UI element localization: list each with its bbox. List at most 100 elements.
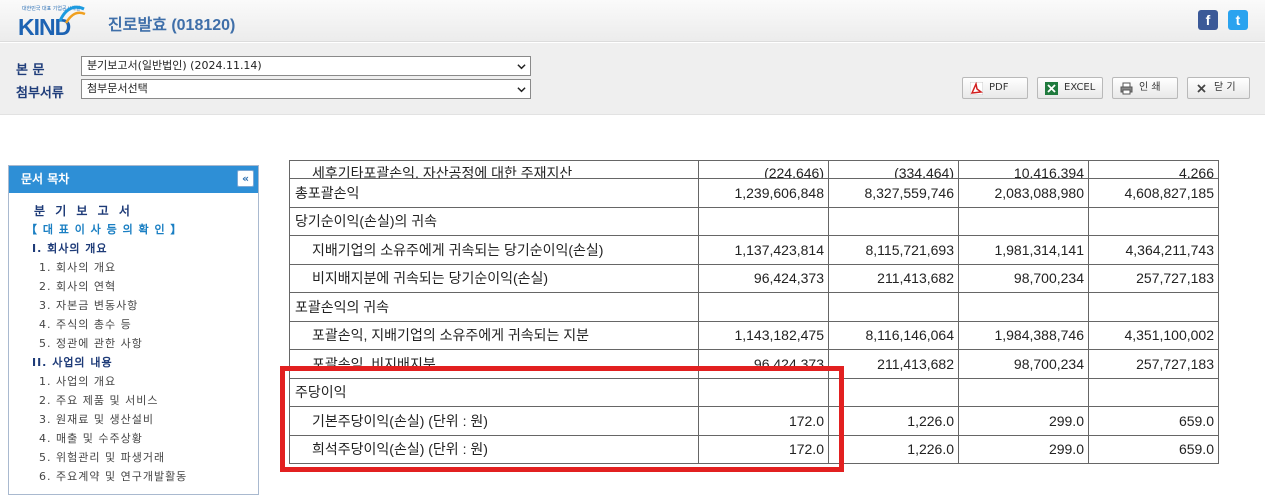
print-button[interactable]: 인 쇄 — [1112, 77, 1178, 99]
pdf-button-label: PDF — [989, 82, 1009, 93]
toc-title: 문서 목차 — [21, 172, 70, 186]
attachment-select-value: 첨부문서선택 — [87, 82, 148, 95]
row-label: 기본주당이익(손실) (단위 : 원) — [289, 406, 699, 436]
value-cell: 172.0 — [698, 406, 829, 436]
kind-logo[interactable]: 대한민국 대표 기업공시채널 KIND — [18, 3, 88, 40]
chevron-down-icon — [517, 64, 526, 70]
value-cell: 8,327,559,746 — [828, 178, 959, 208]
toc-item[interactable]: 3. 자본금 변동사항 — [9, 297, 258, 316]
toc-item[interactable]: 1. 회사의 개요 — [9, 259, 258, 278]
value-cell: 96,424,373 — [698, 349, 829, 379]
toc-item[interactable]: 1. 사업의 개요 — [9, 373, 258, 392]
table-row: 기본주당이익(손실) (단위 : 원) 172.0 1,226.0 299.0 659.… — [289, 406, 1219, 436]
value-cell: 2,083,088,980 — [958, 178, 1089, 208]
value-cell: 299.0 — [958, 406, 1089, 436]
row-label: 세후기타포괄손익, 자산공정에 대한 주재지산 — [289, 160, 699, 179]
toc-list: 분 기 보 고 서 【 대 표 이 사 등 의 확 인 】 I. 회사의 개요 1. … — [9, 193, 258, 487]
income-statement-table: 세후기타포괄손익, 자산공정에 대한 주재지산 (224,646) (334,464… — [289, 160, 1219, 464]
value-cell: 257,727,183 — [1088, 263, 1219, 293]
value-cell — [958, 377, 1089, 407]
toc-item[interactable]: 5. 위험관리 및 파생거래 — [9, 449, 258, 468]
toc-item[interactable]: 4. 매출 및 수주상황 — [9, 430, 258, 449]
value-cell: 1,226.0 — [828, 434, 959, 464]
main-doc-select[interactable]: 분기보고서(일반법인) (2024.11.14) — [81, 56, 531, 76]
attachment-label: 첨부서류 — [16, 86, 64, 101]
table-row: 세후기타포괄손익, 자산공정에 대한 주재지산 (224,646) (334,464… — [289, 160, 1219, 179]
value-cell: 1,239,606,848 — [698, 178, 829, 208]
toc-header: 문서 목차 « — [9, 166, 258, 193]
excel-button[interactable]: EXCEL — [1037, 77, 1103, 99]
toc-item[interactable]: I. 회사의 개요 — [9, 240, 258, 259]
value-cell — [1088, 206, 1219, 236]
row-label: 비지배지분에 귀속되는 당기순이익(손실) — [289, 263, 699, 293]
toc-item[interactable]: II. 사업의 내용 — [9, 354, 258, 373]
pdf-icon — [970, 82, 983, 95]
toc-item[interactable]: 5. 정관에 관한 사항 — [9, 335, 258, 354]
value-cell: 257,727,183 — [1088, 349, 1219, 379]
chevron-down-icon — [517, 87, 526, 93]
value-cell: 98,700,234 — [958, 349, 1089, 379]
value-cell: 172.0 — [698, 434, 829, 464]
row-label: 포괄손익, 지배기업의 소유주에게 귀속되는 지분 — [289, 320, 699, 350]
toc-item[interactable]: 4. 주식의 총수 등 — [9, 316, 258, 335]
value-cell: 1,143,182,475 — [698, 320, 829, 350]
value-cell: 10,416,394 — [958, 160, 1089, 179]
app-header: 대한민국 대표 기업공시채널 KIND 진로발효 (018120) f t — [0, 0, 1265, 42]
close-icon — [1197, 84, 1206, 93]
row-label: 포괄손익, 비지배지분 — [289, 349, 699, 379]
toc-item[interactable]: 3. 원재료 및 생산설비 — [9, 411, 258, 430]
collapse-sidebar-icon[interactable]: « — [237, 170, 254, 187]
value-cell: 1,981,314,141 — [958, 235, 1089, 265]
value-cell — [698, 377, 829, 407]
twitter-share-icon[interactable]: t — [1228, 10, 1248, 30]
value-cell: 98,700,234 — [958, 263, 1089, 293]
row-label: 주당이익 — [289, 377, 699, 407]
value-cell: 4,364,211,743 — [1088, 235, 1219, 265]
logo-swoosh-icon — [58, 5, 86, 24]
value-cell: 8,116,146,064 — [828, 320, 959, 350]
value-cell — [958, 206, 1089, 236]
row-label: 당기순이익(손실)의 귀속 — [289, 206, 699, 236]
facebook-share-icon[interactable]: f — [1198, 10, 1218, 30]
value-cell: 4,608,827,185 — [1088, 178, 1219, 208]
page-title: 진로발효 (018120) — [108, 17, 236, 34]
value-cell — [828, 206, 959, 236]
attachment-select[interactable]: 첨부문서선택 — [81, 79, 531, 99]
value-cell — [698, 206, 829, 236]
row-label: 지배기업의 소유주에게 귀속되는 당기순이익(손실) — [289, 235, 699, 265]
toc-item[interactable]: 【 대 표 이 사 등 의 확 인 】 — [9, 221, 258, 240]
value-cell: 1,137,423,814 — [698, 235, 829, 265]
excel-icon — [1045, 82, 1058, 95]
print-button-label: 인 쇄 — [1139, 82, 1161, 93]
printer-icon — [1120, 82, 1133, 95]
document-controls: 본 문 분기보고서(일반법인) (2024.11.14) 첨부서류 첨부문서선택… — [0, 43, 1265, 115]
toc-item[interactable]: 2. 주요 제품 및 서비스 — [9, 392, 258, 411]
value-cell — [698, 292, 829, 322]
close-button[interactable]: 닫 기 — [1187, 77, 1250, 99]
row-label: 포괄손익의 귀속 — [289, 292, 699, 322]
toc-item[interactable]: 6. 주요계약 및 연구개발활동 — [9, 468, 258, 487]
close-button-label: 닫 기 — [1214, 82, 1236, 93]
table-row: 주당이익 — [289, 377, 1219, 407]
value-cell: 211,413,682 — [828, 349, 959, 379]
table-row: 희석주당이익(손실) (단위 : 원) 172.0 1,226.0 299.0 659.… — [289, 434, 1219, 464]
toc-item[interactable]: 2. 회사의 연혁 — [9, 278, 258, 297]
value-cell: 299.0 — [958, 434, 1089, 464]
value-cell: (334,464) — [828, 160, 959, 179]
pdf-button[interactable]: PDF — [962, 77, 1028, 99]
table-row: 지배기업의 소유주에게 귀속되는 당기순이익(손실) 1,137,423,814 8… — [289, 235, 1219, 265]
table-row: 비지배지분에 귀속되는 당기순이익(손실) 96,424,373 211,413,6… — [289, 263, 1219, 293]
value-cell — [1088, 292, 1219, 322]
report-content: 세후기타포괄손익, 자산공정에 대한 주재지산 (224,646) (334,464… — [289, 160, 1219, 486]
value-cell: 659.0 — [1088, 406, 1219, 436]
table-row: 포괄손익, 지배기업의 소유주에게 귀속되는 지분 1,143,182,475 8,… — [289, 320, 1219, 350]
value-cell — [828, 377, 959, 407]
table-row: 포괄손익, 비지배지분 96,424,373 211,413,682 98,700,2… — [289, 349, 1219, 379]
value-cell: (224,646) — [698, 160, 829, 179]
table-row: 포괄손익의 귀속 — [289, 292, 1219, 322]
document-toc: 문서 목차 « 분 기 보 고 서 【 대 표 이 사 등 의 확 인 】 I. 회… — [8, 165, 259, 495]
value-cell — [958, 292, 1089, 322]
table-row: 총포괄손익 1,239,606,848 8,327,559,746 2,083,088… — [289, 178, 1219, 208]
value-cell: 96,424,373 — [698, 263, 829, 293]
toc-item[interactable]: 분 기 보 고 서 — [9, 202, 258, 221]
